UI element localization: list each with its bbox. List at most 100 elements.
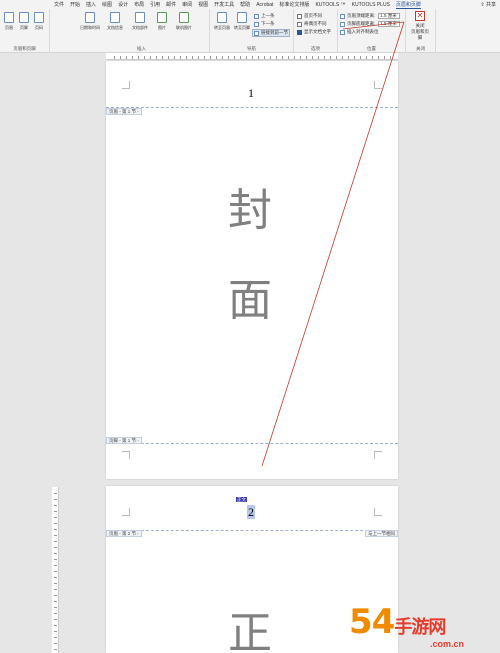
tab-kutools[interactable]: KUTOOLS ™ — [315, 2, 345, 8]
site-watermark-logo: 54手游网 — [349, 602, 446, 642]
ruler-tick — [54, 583, 57, 584]
group-navigation: 转至页眉 转至页脚 上一条 下一条 链接到前一节 导航 — [210, 9, 294, 53]
ruler-tick — [378, 56, 379, 59]
group-label: 插入 — [137, 46, 146, 51]
tab-review[interactable]: 审阅 — [182, 1, 192, 8]
group-header-footer: 页眉 页脚 页码 页眉和页脚 — [0, 9, 50, 53]
previous-button[interactable]: 上一条 — [254, 13, 275, 19]
ruler-tick — [54, 625, 57, 626]
tab-file[interactable]: 文件 — [54, 1, 64, 8]
footer-boundary — [106, 443, 398, 444]
ruler-tick — [216, 56, 217, 59]
ruler-tick — [348, 56, 349, 59]
header-page-number[interactable]: 2 — [247, 505, 255, 520]
tab-acrobat[interactable]: Acrobat — [256, 2, 273, 8]
ruler-tick — [54, 571, 57, 572]
header-boundary — [106, 530, 398, 531]
picture-icon — [157, 12, 167, 23]
checkbox-checked-icon — [297, 29, 302, 35]
group-label: 选项 — [311, 46, 320, 51]
crop-mark — [122, 508, 130, 516]
share-icon: ⇪ — [480, 2, 485, 8]
ruler-tick — [246, 56, 247, 59]
body-char[interactable]: 正 — [228, 612, 272, 653]
ruler-tick — [318, 56, 319, 59]
header-button[interactable]: 页眉 — [2, 12, 16, 30]
checkbox-icon — [297, 21, 302, 27]
tab-help[interactable]: 帮助 — [240, 1, 250, 8]
ruler-tick — [126, 56, 127, 59]
cover-char[interactable]: 面 — [228, 279, 272, 323]
cover-char[interactable]: 封 — [228, 189, 272, 233]
online-picture-button[interactable]: 联机图片 — [173, 12, 195, 30]
group-options: 首页不同 奇偶页不同 显示文档文字 选项 — [294, 9, 338, 53]
ruler-tick — [294, 56, 295, 59]
selected-page-number[interactable]: 2 — [247, 505, 255, 519]
ribbon: 页眉 页脚 页码 页眉和页脚 日期和时间 文档信息 文档部件 图片 联机图片 插… — [0, 9, 500, 53]
share-button[interactable]: ⇪ 共享 — [480, 1, 496, 8]
ruler-tick — [150, 56, 151, 59]
ruler-tick — [300, 56, 301, 59]
tab-view[interactable]: 视图 — [198, 1, 208, 8]
tab-layout[interactable]: 布局 — [134, 1, 144, 8]
header-distance-icon — [340, 13, 345, 19]
different-first-page-checkbox[interactable]: 首页不同 — [297, 13, 322, 19]
tab-developer[interactable]: 开发工具 — [214, 1, 234, 8]
word-window: 文件 开始 插入 绘图 设计 布局 引用 邮件 审阅 视图 开发工具 帮助 Ac… — [0, 0, 500, 653]
tab-design[interactable]: 设计 — [118, 1, 128, 8]
link-to-previous-button[interactable]: 链接到前一节 — [252, 29, 290, 37]
ruler-tick — [264, 56, 265, 59]
different-odd-even-checkbox[interactable]: 奇偶页不同 — [297, 21, 327, 27]
header-top-input[interactable]: 1.5 厘米 — [378, 13, 401, 19]
tab-home[interactable]: 开始 — [70, 1, 80, 8]
tab-insert[interactable]: 插入 — [86, 1, 96, 8]
ruler-tick — [288, 56, 289, 59]
tab-header-footer[interactable]: 页眉和页脚 — [395, 1, 421, 9]
ruler-tick — [54, 613, 57, 614]
ruler-tick — [168, 56, 169, 59]
header-icon — [4, 12, 14, 23]
group-label: 导航 — [247, 46, 256, 51]
ruler-tick — [54, 499, 57, 500]
quick-parts-button[interactable]: 文档部件 — [129, 12, 151, 30]
horizontal-ruler[interactable] — [106, 53, 398, 60]
vertical-ruler[interactable] — [52, 487, 59, 653]
up-arrow-icon — [254, 13, 259, 19]
footer-button[interactable]: 页脚 — [17, 12, 31, 30]
share-label: 共享 — [485, 2, 496, 8]
ruler-tick — [54, 511, 57, 512]
ruler-tick — [258, 56, 259, 59]
ruler-tick — [54, 577, 57, 578]
doc-info-button[interactable]: 文档信息 — [104, 12, 126, 30]
picture-button[interactable]: 图片 — [153, 12, 171, 30]
tab-references[interactable]: 引用 — [150, 1, 160, 8]
align-tab-icon — [340, 29, 345, 35]
page-number-button[interactable]: 页码 — [32, 12, 46, 30]
show-document-text-checkbox[interactable]: 显示文档文字 — [297, 29, 331, 35]
close-header-footer-button[interactable]: ✕ 关闭 页眉和页脚 — [409, 11, 431, 41]
ruler-tick — [234, 56, 235, 59]
ruler-tick — [312, 56, 313, 59]
ruler-tick — [54, 535, 57, 536]
goto-header-button[interactable]: 转至页眉 — [212, 12, 232, 30]
header-section-tag: 页眉 - 第 2 节 - — [106, 530, 142, 537]
date-time-button[interactable]: 日期和时间 — [78, 12, 102, 30]
doc-info-icon — [110, 12, 120, 23]
header-section-tag: 页眉 - 第 1 节 - — [106, 108, 142, 115]
site-watermark-domain: .com.cn — [430, 639, 465, 649]
ruler-tick — [54, 607, 57, 608]
tab-thesis-format[interactable]: 标准论文排版 — [279, 1, 309, 8]
calendar-icon — [85, 12, 95, 23]
header-page-number[interactable]: 1 — [248, 86, 254, 101]
ruler-tick — [54, 565, 57, 566]
ruler-tick — [252, 56, 253, 59]
next-button[interactable]: 下一条 — [254, 21, 275, 27]
insert-align-tab-button[interactable]: 插入对齐制表位 — [340, 29, 379, 35]
footer-bottom-input[interactable]: 1.5 厘米 — [378, 21, 401, 27]
goto-footer-button[interactable]: 转至页脚 — [232, 12, 252, 30]
tab-draw[interactable]: 绘图 — [102, 1, 112, 8]
ruler-tick — [54, 523, 57, 524]
ruler-tick — [330, 56, 331, 59]
tab-kutools-plus[interactable]: KUTOOLS PLUS — [352, 2, 390, 8]
tab-mailings[interactable]: 邮件 — [166, 1, 176, 8]
